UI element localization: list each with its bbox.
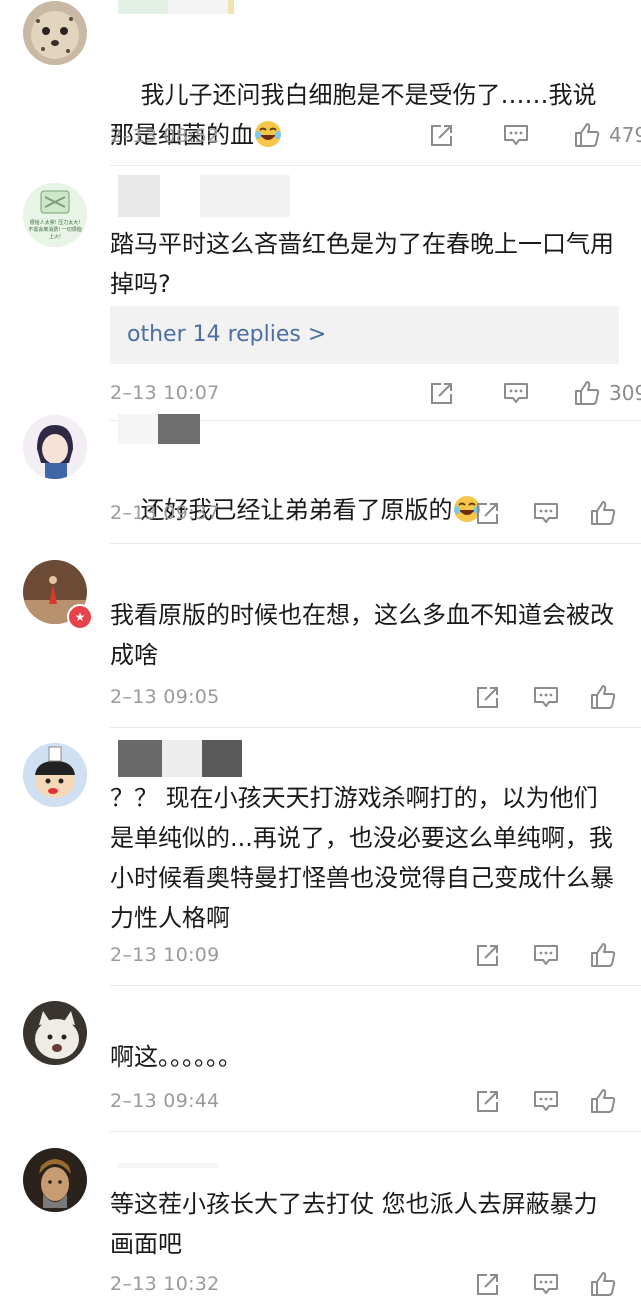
reply-button[interactable] [532,683,560,711]
avatar[interactable]: 很给人太累! 压力太大! 不需会离消费! 一切烦恼上火! [23,183,87,247]
share-button[interactable] [474,941,502,969]
username-blurred[interactable] [118,740,242,782]
comment-icon [504,383,528,403]
comment-text: 啊这。。。。。。 [110,1043,242,1071]
avatar[interactable] [23,1,87,65]
cheetah-avatar-image [23,1,87,65]
reply-button[interactable] [502,121,530,149]
comment-icon [534,1274,558,1294]
share-icon [477,1091,498,1112]
reply-button[interactable] [532,941,560,969]
comment-icon [504,125,528,145]
thumbs-up-icon [575,123,600,147]
avatar-caption: 很给人太累! 压力太大! 不需会离消费! 一切烦恼上火! [28,220,82,240]
comment-time: 2–13 08:52 [110,125,220,147]
like-button[interactable] [589,683,617,711]
share-button[interactable] [428,121,456,149]
white-cat-avatar-image [23,1001,87,1065]
divider [110,985,641,986]
share-button[interactable] [474,1270,502,1298]
like-button[interactable] [589,1087,617,1115]
comment-time: 2–13 10:32 [110,1273,220,1295]
like-button[interactable]: 479 [573,121,641,149]
comment-time: 2–13 10:09 [110,944,220,966]
reply-button[interactable] [532,499,560,527]
verified-badge: ★ [67,604,93,630]
comment-text: 我看原版的时候也在想，这么多血不知道会被改成啥 [110,601,614,669]
thumbs-up-icon [575,381,600,405]
comment-icon [534,945,558,965]
like-count: 479 [609,123,641,147]
share-icon [477,503,498,524]
more-replies-link[interactable]: other 14 replies > [110,306,619,364]
avatar[interactable] [23,415,87,479]
share-icon [477,1274,498,1295]
thumbs-up-icon [591,685,616,709]
thumbs-up-icon [591,501,616,525]
painting-portrait-avatar-image [23,1148,87,1212]
reply-button[interactable] [532,1087,560,1115]
divider [110,727,641,728]
like-count: 309 [609,381,641,405]
comment-icon [534,503,558,523]
share-icon [477,945,498,966]
comment-time: 2–13 09:44 [110,1090,220,1112]
divider [110,165,641,166]
crayon-shin-chan-avatar-image [23,743,87,807]
avatar[interactable] [23,1148,87,1212]
laugh-cry-emoji [255,121,281,147]
share-icon [431,125,452,146]
comment-time: 2–13 09:37 [110,502,220,524]
reply-button[interactable] [502,379,530,407]
reply-button[interactable] [532,1270,560,1298]
comment-icon [534,687,558,707]
comment-time: 2–13 09:05 [110,686,220,708]
share-button[interactable] [474,1087,502,1115]
like-button[interactable] [589,499,617,527]
comment-text: 我儿子还问我白细胞是不是受伤了……我说那是细菌的血 [110,81,597,149]
comment-time: 2–13 10:07 [110,382,220,404]
comment-text: 等这茬小孩长大了去打仗 您也派人去屏蔽暴力画面吧 [110,1190,598,1258]
comment-text: ？？ 现在小孩天天打游戏杀啊打的，以为他们是单纯似的...再说了，也没必要这么单… [110,784,614,932]
avatar[interactable] [23,1001,87,1065]
share-button[interactable] [428,379,456,407]
divider [110,543,641,544]
divider [110,1131,641,1132]
like-button[interactable]: 309 [573,379,641,407]
like-button[interactable] [589,941,617,969]
comment-text: 踏马平时这么吝啬红色是为了在春晚上一口气用掉吗? [110,230,614,298]
share-button[interactable] [474,499,502,527]
comment-icon [534,1091,558,1111]
thumbs-up-icon [591,1272,616,1296]
share-icon [431,383,452,404]
username-blurred[interactable] [118,0,234,14]
share-icon [477,687,498,708]
thumbs-up-icon [591,1089,616,1113]
anime-girl-avatar-image [23,415,87,479]
like-button[interactable] [589,1270,617,1298]
avatar[interactable] [23,743,87,807]
thumbs-up-icon [591,943,616,967]
username-blurred[interactable] [118,175,290,217]
share-button[interactable] [474,683,502,711]
